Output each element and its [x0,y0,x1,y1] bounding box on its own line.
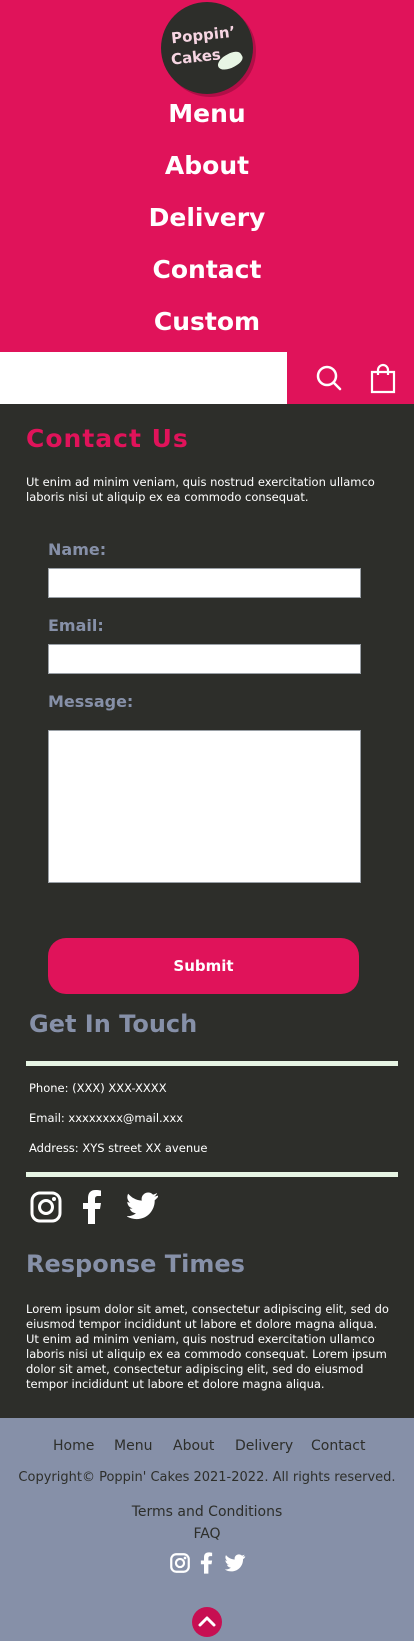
name-label: Name: [48,540,107,559]
message-field[interactable] [48,730,361,883]
main-nav: Menu About Delivery Contact Custom [0,88,414,348]
email-text: Email: xxxxxxxx@mail.xxx [29,1111,184,1125]
email-field[interactable] [48,644,361,674]
search-input[interactable] [0,352,287,404]
footer-nav-menu[interactable]: Menu [114,1438,152,1454]
nav-item-contact[interactable]: Contact [0,244,414,296]
footer-nav-about[interactable]: About [173,1438,214,1454]
instagram-icon[interactable] [30,1191,62,1223]
logo-text-line1: Poppin’ [170,22,237,48]
instagram-icon[interactable] [170,1553,190,1573]
divider [26,1172,398,1177]
shopping-bag-icon[interactable] [369,362,397,394]
footer-nav-home[interactable]: Home [53,1438,94,1454]
terms-link[interactable]: Terms and Conditions [0,1504,414,1520]
copyright-text: Copyright© Poppin' Cakes 2021-2022. All … [18,1470,396,1485]
name-field[interactable] [48,568,361,598]
phone-text: Phone: (XXX) XXX-XXXX [29,1081,167,1095]
logo[interactable]: Poppin’ Cakes [161,2,253,94]
twitter-icon[interactable] [127,1192,159,1220]
contact-intro: Ut enim ad minim veniam, quis nostrud ex… [26,475,375,504]
twitter-icon[interactable] [225,1554,246,1572]
divider [26,1061,398,1066]
chevron-up-icon [198,1616,216,1627]
message-label: Message: [48,692,134,711]
site-header: Poppin’ Cakes Menu About Delivery Contac… [0,0,414,352]
response-times-text: Lorem ipsum dolor sit amet, consectetur … [26,1302,389,1391]
nav-item-delivery[interactable]: Delivery [0,192,414,244]
footer-nav-delivery[interactable]: Delivery [235,1438,293,1454]
nav-item-custom[interactable]: Custom [0,296,414,348]
header-actions [287,352,414,404]
footer-nav-contact[interactable]: Contact [311,1438,365,1454]
response-times-title: Response Times [26,1250,245,1278]
search-icon[interactable] [315,364,345,394]
email-label: Email: [48,616,104,635]
get-in-touch-title: Get In Touch [29,1010,198,1038]
back-to-top-button[interactable] [192,1607,222,1637]
facebook-icon[interactable] [80,1190,104,1224]
logo-text-line2: Cakes [170,45,222,69]
nav-item-menu[interactable]: Menu [0,88,414,140]
facebook-icon[interactable] [199,1552,214,1574]
submit-button[interactable]: Submit [48,938,359,994]
contact-title: Contact Us [26,424,189,453]
faq-link[interactable]: FAQ [0,1526,414,1542]
nav-item-about[interactable]: About [0,140,414,192]
address-text: Address: XYS street XX avenue [29,1141,208,1155]
